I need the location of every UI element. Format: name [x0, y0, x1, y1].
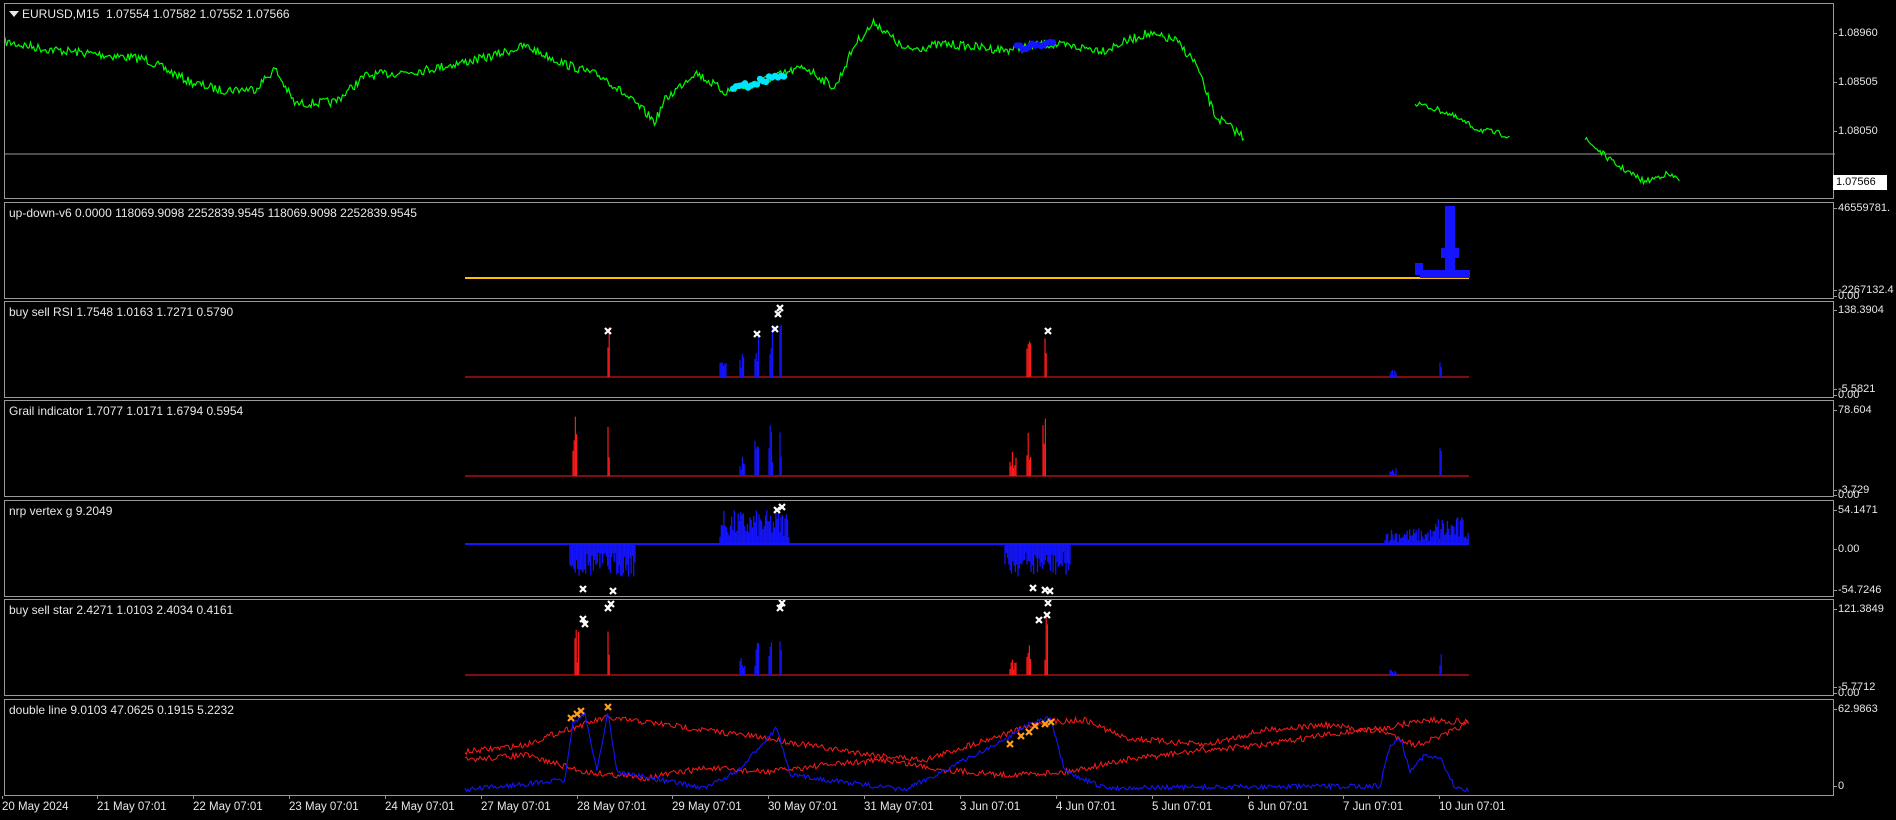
double-line-axis: 62.9863 0	[1833, 699, 1896, 796]
symbol-label: EURUSD,M15	[22, 7, 100, 21]
axis-tick: -54.7246	[1833, 584, 1882, 596]
axis-tick: 46559781.	[1834, 202, 1890, 214]
nrp-vertex-canvas[interactable]	[5, 501, 1835, 598]
price-tick: 1.08050	[1834, 125, 1878, 137]
price-axis: 1.08960 1.08505 1.08050	[1834, 3, 1896, 199]
axis-tick: 138.3904	[1834, 304, 1884, 316]
buy-sell-rsi-axis: 138.3904 -5.5821 0.00	[1833, 301, 1896, 401]
grail-axis: 78.604 -3.729 0.00	[1833, 400, 1896, 501]
time-label: 28 May 07:01	[577, 796, 647, 813]
indicator-pane-buy-sell-star[interactable]: buy sell star 2.4271 1.0103 2.4034 0.416…	[4, 599, 1834, 696]
ohlc-label: 1.07554 1.07582 1.07552 1.07566	[106, 7, 290, 21]
indicator-pane-nrp-vertex[interactable]: nrp vertex g 9.2049	[4, 500, 1834, 597]
signal-dot-cyan	[780, 73, 788, 80]
signal-dot-cyan	[762, 78, 770, 86]
price-line	[5, 17, 1245, 141]
histogram-bar	[1445, 206, 1455, 276]
indicator-pane-up-down[interactable]: up-down-v6 0.0000 118069.9098 2252839.95…	[4, 202, 1834, 299]
signal-cross	[1044, 327, 1052, 335]
buy-sell-star-canvas[interactable]	[5, 600, 1835, 697]
pane-title: Grail indicator 1.7077 1.0171 1.6794 0.5…	[9, 404, 244, 418]
indicator-pane-grail[interactable]: Grail indicator 1.7077 1.0171 1.6794 0.5…	[4, 400, 1834, 497]
signal-cross-orange	[1006, 740, 1014, 748]
signal-cross	[609, 587, 617, 595]
collapse-triangle-icon[interactable]	[9, 11, 19, 17]
signal-cross	[1035, 616, 1043, 624]
time-label: 3 Jun 07:01	[960, 796, 1021, 813]
price-tick: 1.08960	[1834, 27, 1878, 39]
price-line	[1584, 136, 1680, 186]
double-line-canvas[interactable]	[5, 700, 1835, 797]
grail-canvas[interactable]	[5, 401, 1835, 498]
signal-cross	[774, 310, 782, 318]
signal-cross	[579, 585, 587, 593]
price-chart-pane[interactable]: EURUSD,M15 1.07554 1.07582 1.07552 1.075…	[4, 3, 1835, 200]
indicator-pane-double-line[interactable]: double line 9.0103 47.0625 0.1915 5.2232	[4, 699, 1834, 796]
time-label: 29 May 07:01	[672, 796, 742, 813]
time-axis: 20 May 2024 21 May 07:01 22 May 07:01 23…	[0, 796, 1834, 820]
pane-title: double line 9.0103 47.0625 0.1915 5.2232	[9, 703, 234, 717]
axis-tick: 121.3849	[1834, 603, 1884, 615]
indicator-pane-buy-sell-rsi[interactable]: buy sell RSI 1.7548 1.0163 1.7271 0.5790	[4, 301, 1834, 398]
histogram-bar	[1415, 263, 1423, 275]
axis-tick: 0.00	[1833, 543, 1860, 555]
signal-cross	[753, 330, 761, 338]
pane-title: up-down-v6 0.0000 118069.9098 2252839.95…	[9, 206, 417, 220]
axis-tick: 0	[1833, 780, 1845, 792]
time-label: 22 May 07:01	[193, 796, 263, 813]
price-chart-canvas[interactable]	[5, 4, 1835, 200]
nrp-vertex-axis: 54.1471 0.00 -54.7246	[1833, 500, 1896, 597]
histogram-bar	[1441, 248, 1459, 258]
red-line-fast	[464, 714, 1469, 763]
current-price-label: 1.07566	[1833, 175, 1887, 190]
pane-title: buy sell RSI 1.7548 1.0163 1.7271 0.5790	[9, 305, 234, 319]
axis-tick: 54.1471	[1834, 504, 1878, 516]
red-line-slow	[464, 715, 1469, 782]
signal-cross	[1041, 586, 1049, 594]
time-label: 6 Jun 07:01	[1248, 796, 1309, 813]
price-line	[1414, 101, 1510, 139]
time-label: 4 Jun 07:01	[1056, 796, 1117, 813]
signal-cross-orange	[604, 703, 612, 711]
price-chart-title: EURUSD,M15 1.07554 1.07582 1.07552 1.075…	[9, 7, 290, 21]
time-label: 24 May 07:01	[385, 796, 455, 813]
time-label: 20 May 2024	[2, 796, 69, 813]
time-label: 10 Jun 07:01	[1439, 796, 1506, 813]
axis-tick: 62.9863	[1834, 703, 1878, 715]
axis-tick: 78.604	[1834, 404, 1872, 416]
signal-cross	[1044, 600, 1052, 607]
price-tick: 1.08505	[1834, 76, 1878, 88]
pane-title: buy sell star 2.4271 1.0103 2.4034 0.416…	[9, 603, 234, 617]
signal-cross-orange	[567, 714, 575, 722]
signal-cross	[1043, 611, 1051, 619]
signal-dot-cyan	[753, 81, 761, 88]
signal-cross	[604, 327, 612, 335]
signal-cross-orange	[1017, 732, 1025, 740]
histogram-bar	[1420, 270, 1470, 278]
axis-tick: 0.00	[1833, 687, 1860, 699]
buy-sell-star-axis: 121.3849 -5.7712 0.00	[1833, 599, 1896, 699]
signal-cross	[776, 304, 784, 312]
time-label: 23 May 07:01	[289, 796, 359, 813]
signal-cross-orange	[1025, 728, 1033, 736]
time-label: 21 May 07:01	[97, 796, 167, 813]
time-label: 5 Jun 07:01	[1152, 796, 1213, 813]
buy-sell-rsi-canvas[interactable]	[5, 302, 1835, 399]
signal-cross	[1046, 587, 1054, 595]
up-down-axis: 46559781. -2267132.4 0.00	[1833, 202, 1896, 302]
time-label: 30 May 07:01	[768, 796, 838, 813]
signal-dot-blue	[1049, 39, 1057, 46]
time-label: 27 May 07:01	[481, 796, 551, 813]
pane-title: nrp vertex g 9.2049	[9, 504, 113, 518]
time-label: 31 May 07:01	[864, 796, 934, 813]
time-label: 7 Jun 07:01	[1343, 796, 1404, 813]
signal-cross	[1029, 584, 1037, 592]
